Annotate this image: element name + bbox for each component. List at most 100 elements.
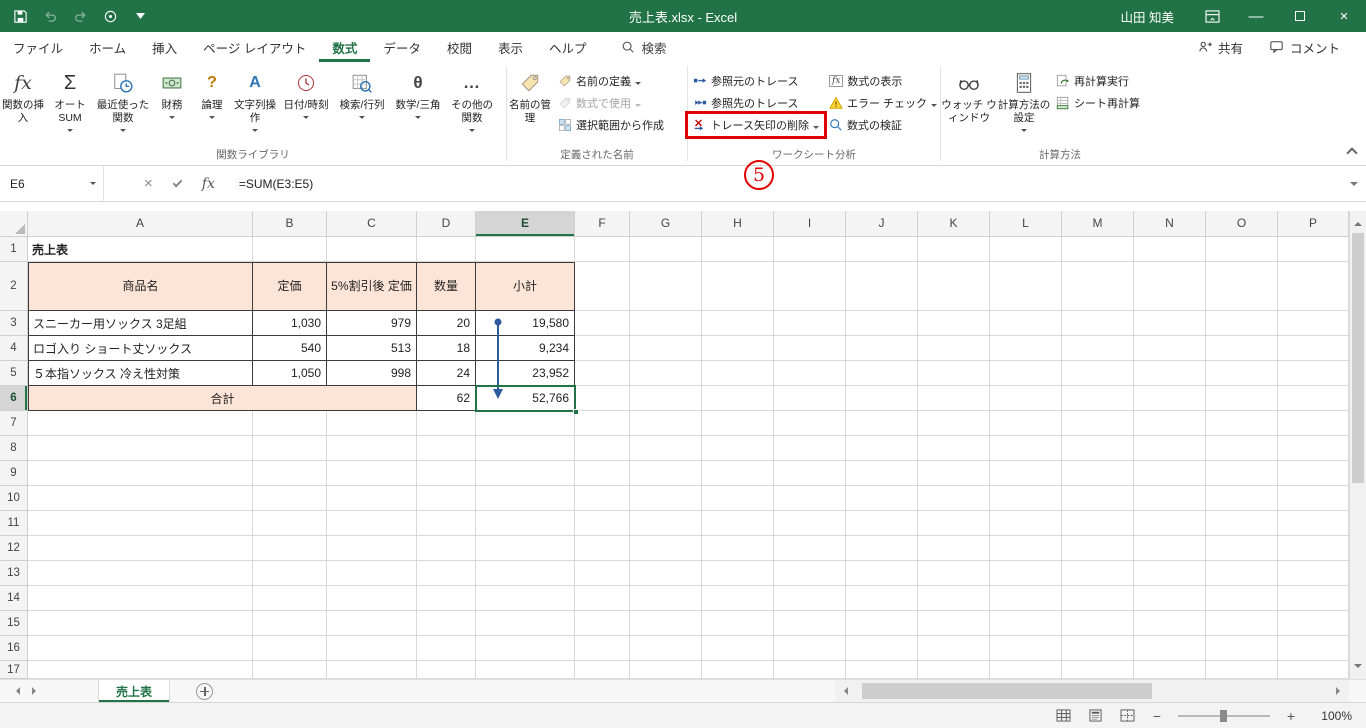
cell-D3[interactable]: 20 [417, 311, 476, 336]
text-functions-button[interactable]: A 文字列操作 [232, 64, 278, 142]
ribbon-tab-home[interactable]: ホーム [76, 32, 139, 62]
column-header-L[interactable]: L [990, 211, 1062, 237]
prev-sheet-icon[interactable] [12, 687, 20, 695]
zoom-out-button[interactable]: − [1150, 708, 1164, 724]
cell-C3[interactable]: 979 [327, 311, 417, 336]
cell-E2[interactable]: 小計 [476, 262, 575, 311]
insert-function-fx-icon[interactable]: fx [202, 176, 215, 192]
row-header-4[interactable]: 4 [0, 336, 28, 361]
lookup-reference-button[interactable]: 検索/行列 [334, 64, 390, 142]
ribbon-tab-page-layout[interactable]: ページ レイアウト [190, 32, 319, 62]
cancel-icon[interactable]: × [144, 175, 153, 192]
column-header-O[interactable]: O [1206, 211, 1278, 237]
cell-B3[interactable]: 1,030 [253, 311, 327, 336]
row-header-15[interactable]: 15 [0, 611, 28, 636]
cell-A1[interactable]: 売上表 [28, 237, 253, 262]
insert-function-button[interactable]: fx 関数の挿入 [0, 64, 46, 142]
calculate-now-button[interactable]: 再計算実行 [1051, 70, 1145, 92]
share-button[interactable]: 共有 [1198, 38, 1243, 57]
undo-icon[interactable] [42, 8, 59, 25]
date-time-button[interactable]: 日付/時刻 [278, 64, 334, 142]
cell-A2[interactable]: 商品名 [28, 262, 253, 311]
cell-D6[interactable]: 62 [417, 386, 476, 411]
name-manager-button[interactable]: 名前の管理 [507, 64, 553, 142]
scroll-left-icon[interactable] [840, 687, 848, 695]
cell-A4[interactable]: ロゴ入り ショート丈ソックス [28, 336, 253, 361]
watch-window-button[interactable]: ウォッチ ウィンドウ [941, 64, 997, 142]
user-name[interactable]: 山田 知美 [1121, 7, 1174, 26]
ribbon-display-options-icon[interactable] [1190, 0, 1234, 32]
create-from-selection-button[interactable]: 選択範囲から作成 [553, 114, 669, 136]
horizontal-scroll-track[interactable] [848, 680, 1324, 702]
use-in-formula-button[interactable]: 数式で使用 [553, 92, 669, 114]
row-header-10[interactable]: 10 [0, 486, 28, 511]
cell-A5[interactable]: ５本指ソックス 冷え性対策 [28, 361, 253, 386]
touch-mouse-mode-icon[interactable] [102, 8, 119, 25]
cell-B4[interactable]: 540 [253, 336, 327, 361]
comments-button[interactable]: コメント [1269, 38, 1340, 57]
row-header-13[interactable]: 13 [0, 561, 28, 586]
select-all-corner[interactable] [0, 211, 28, 237]
cell-A6[interactable]: 合計 [28, 386, 417, 411]
next-sheet-icon[interactable] [32, 687, 40, 695]
column-header-E[interactable]: E [476, 211, 575, 237]
zoom-slider-thumb[interactable] [1220, 709, 1227, 722]
row-header-9[interactable]: 9 [0, 461, 28, 486]
autosum-button[interactable]: Σ オート SUM [46, 64, 94, 142]
column-header-I[interactable]: I [774, 211, 846, 237]
cell-B2[interactable]: 定価 [253, 262, 327, 311]
row-header-12[interactable]: 12 [0, 536, 28, 561]
close-button[interactable]: × [1322, 0, 1366, 32]
collapse-ribbon-icon[interactable] [1346, 147, 1358, 159]
financial-button[interactable]: 財務 [152, 64, 192, 142]
row-header-8[interactable]: 8 [0, 436, 28, 461]
ribbon-tab-review[interactable]: 校閲 [434, 32, 485, 62]
column-header-H[interactable]: H [702, 211, 774, 237]
cell-D4[interactable]: 18 [417, 336, 476, 361]
page-layout-view-icon[interactable] [1086, 708, 1104, 724]
cell-D5[interactable]: 24 [417, 361, 476, 386]
vertical-scrollbar[interactable] [1349, 211, 1366, 679]
recently-used-button[interactable]: 最近使った関数 [94, 64, 152, 142]
formula-input[interactable]: =SUM(E3:E5) [233, 177, 1350, 191]
sheet-tab[interactable]: 売上表 [98, 680, 171, 702]
ribbon-tab-formulas[interactable]: 数式 [319, 32, 370, 62]
row-header-6[interactable]: 6 [0, 386, 28, 411]
column-header-A[interactable]: A [28, 211, 253, 237]
enter-icon[interactable] [172, 177, 183, 187]
name-box[interactable]: E6 [0, 166, 104, 201]
cell-C5[interactable]: 998 [327, 361, 417, 386]
column-header-C[interactable]: C [327, 211, 417, 237]
cell-C4[interactable]: 513 [327, 336, 417, 361]
row-header-5[interactable]: 5 [0, 361, 28, 386]
page-break-preview-icon[interactable] [1118, 708, 1136, 724]
row-header-2[interactable]: 2 [0, 262, 28, 311]
evaluate-formula-button[interactable]: 数式の検証 [824, 114, 942, 136]
column-header-D[interactable]: D [417, 211, 476, 237]
column-header-P[interactable]: P [1278, 211, 1349, 237]
customize-qat-icon[interactable] [132, 8, 149, 25]
zoom-in-button[interactable]: + [1284, 708, 1298, 724]
horizontal-scroll-thumb[interactable] [862, 683, 1152, 699]
normal-view-icon[interactable] [1054, 708, 1072, 724]
trace-precedents-button[interactable]: 参照元のトレース [688, 70, 824, 92]
column-header-N[interactable]: N [1134, 211, 1206, 237]
column-header-B[interactable]: B [253, 211, 327, 237]
zoom-level[interactable]: 100% [1312, 709, 1352, 723]
column-header-F[interactable]: F [575, 211, 630, 237]
trace-dependents-button[interactable]: 参照先のトレース [688, 92, 824, 114]
more-functions-button[interactable]: … その他の関数 [446, 64, 498, 142]
row-header-11[interactable]: 11 [0, 511, 28, 536]
column-header-M[interactable]: M [1062, 211, 1134, 237]
cell-D2[interactable]: 数量 [417, 262, 476, 311]
show-formulas-button[interactable]: fx 数式の表示 [824, 70, 942, 92]
scroll-right-icon[interactable] [1336, 687, 1344, 695]
vertical-scroll-thumb[interactable] [1352, 233, 1364, 483]
cell-A3[interactable]: スニーカー用ソックス 3足組 [28, 311, 253, 336]
define-name-button[interactable]: 名前の定義 [553, 70, 669, 92]
column-header-G[interactable]: G [630, 211, 702, 237]
ribbon-tab-insert[interactable]: 挿入 [139, 32, 190, 62]
column-header-J[interactable]: J [846, 211, 918, 237]
ribbon-tab-data[interactable]: データ [370, 32, 434, 62]
row-header-1[interactable]: 1 [0, 237, 28, 262]
